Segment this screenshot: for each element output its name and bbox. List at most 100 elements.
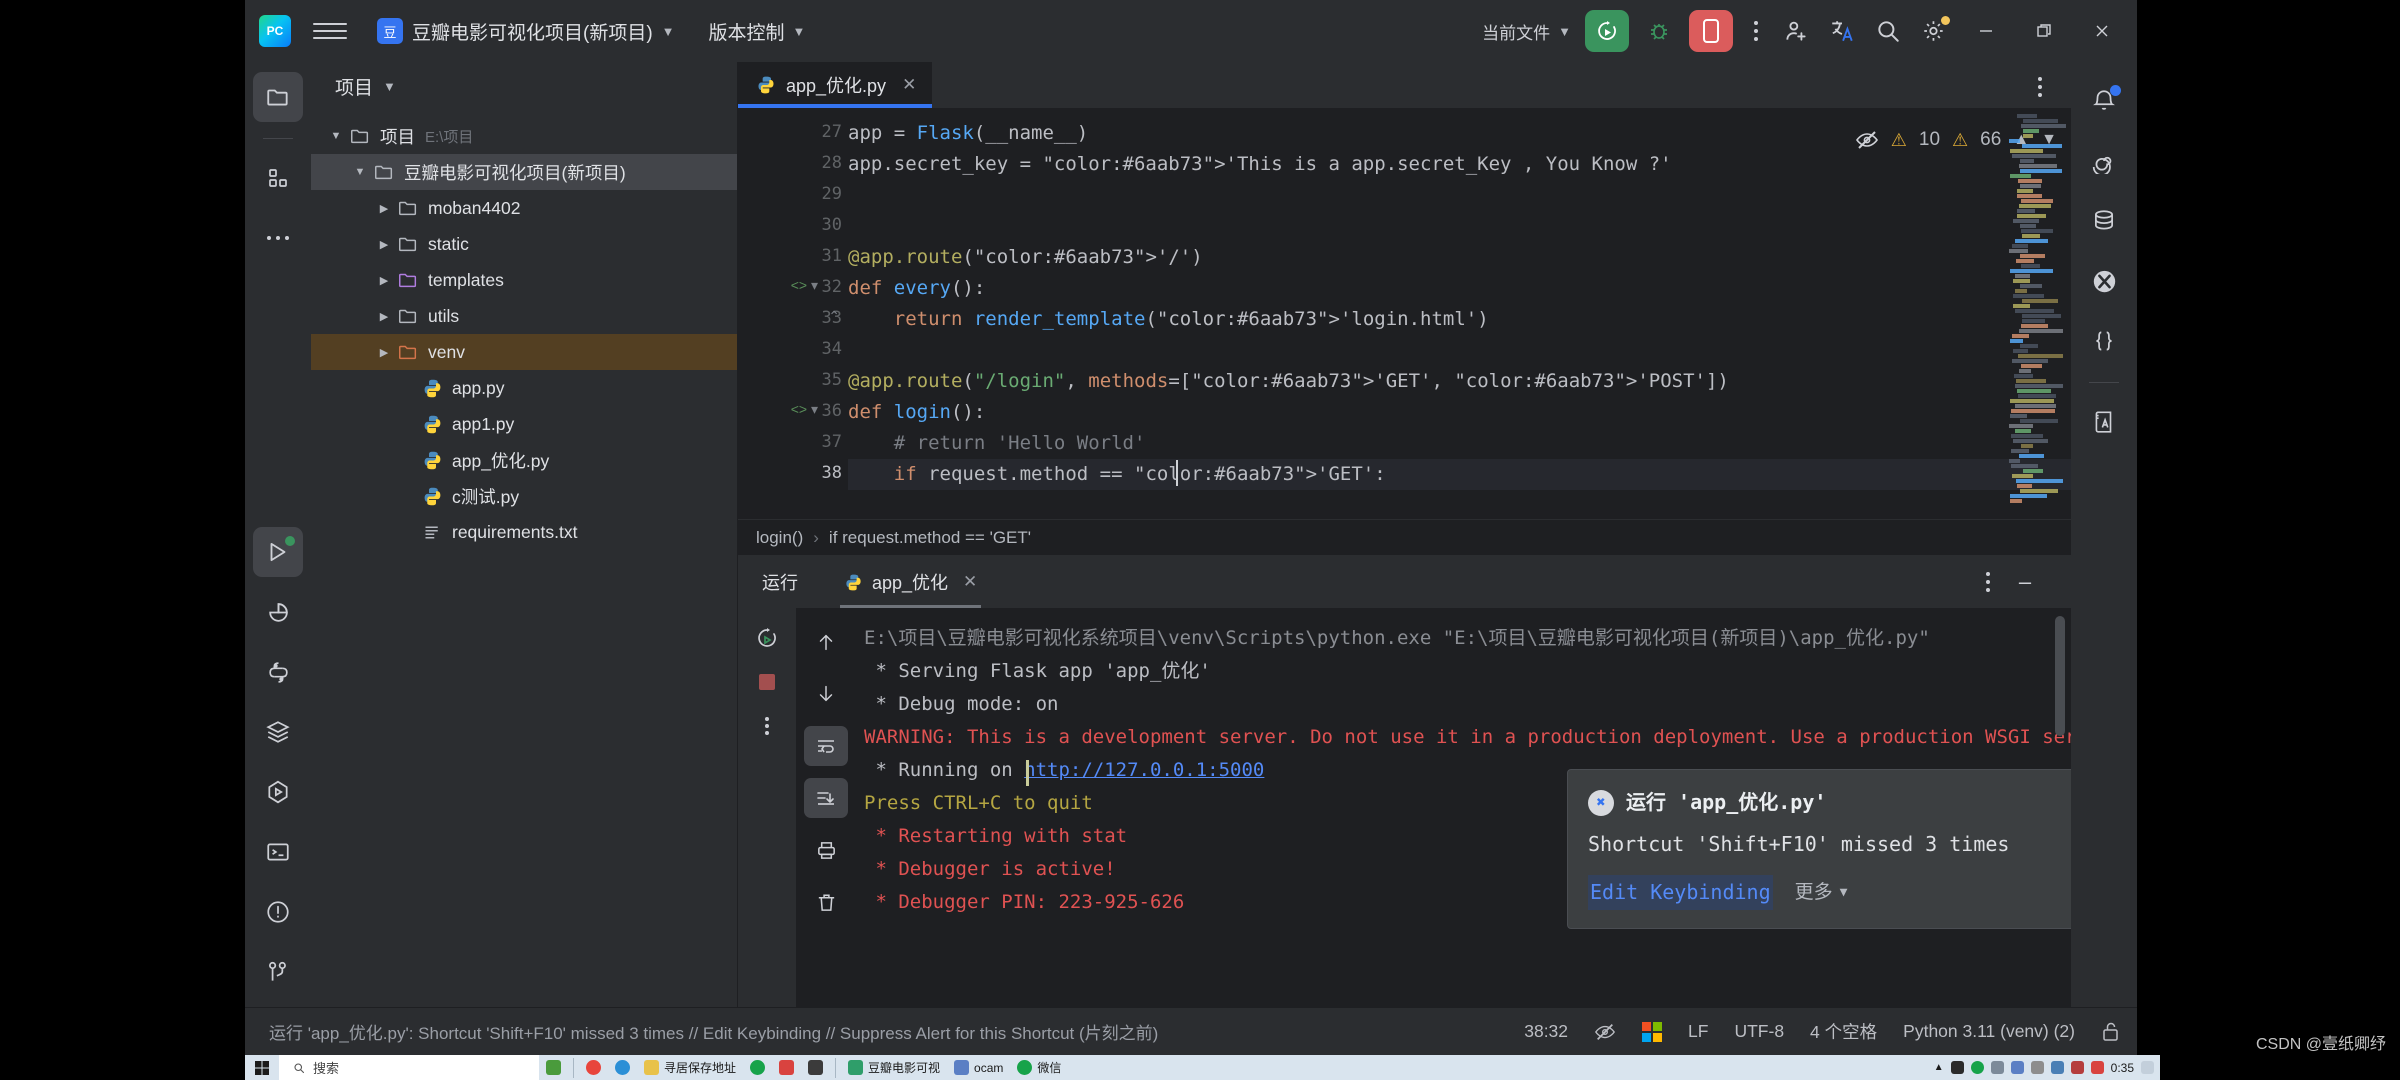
ai-assistant-icon[interactable] — [2079, 136, 2129, 186]
print-icon[interactable] — [804, 830, 848, 870]
more-vertical-icon[interactable] — [1739, 10, 1773, 52]
python-interpreter[interactable]: Python 3.11 (venv) (2) — [1903, 1021, 2075, 1042]
fold-end-icon[interactable]: ⌃ — [828, 308, 840, 325]
tree-item-app-py[interactable]: app.py — [311, 370, 737, 406]
code-line[interactable]: @app.route("color:#6aab73">'/') — [848, 246, 1203, 268]
windows-logo-icon[interactable] — [1642, 1021, 1663, 1042]
code-line[interactable] — [848, 184, 859, 206]
project-selector[interactable]: 豆 豆瓣电影可视化项目(新项目) ▼ — [369, 14, 683, 49]
soft-wrap-icon[interactable] — [804, 726, 848, 766]
x-plugin-icon[interactable] — [2079, 256, 2129, 306]
line-number[interactable]: 29 — [738, 184, 848, 204]
chevron-down-icon[interactable]: ▼ — [383, 79, 396, 94]
run-button[interactable] — [1585, 10, 1629, 52]
notification-center-icon[interactable] — [2141, 1061, 2154, 1074]
code-line[interactable]: app = Flask(__name__) — [848, 122, 1088, 144]
taskbar-app-wechat-work[interactable] — [743, 1055, 772, 1080]
more-vertical-icon[interactable] — [2023, 66, 2057, 108]
tree-item-static[interactable]: ▶ static — [311, 226, 737, 262]
rerun-icon[interactable] — [745, 618, 789, 658]
edit-keybinding-link[interactable]: Edit Keybinding — [1588, 875, 1773, 910]
chevron-right-icon[interactable]: ▶ — [373, 238, 395, 251]
taskbar-app-ocam[interactable]: ocam — [947, 1055, 1010, 1080]
more-vertical-icon[interactable] — [1971, 561, 2005, 603]
translate-icon[interactable] — [1819, 8, 1865, 54]
code-line[interactable]: app.secret_key = "color:#6aab73">'This i… — [848, 153, 1672, 175]
taskbar-app-pycharm[interactable]: 豆瓣电影可视 — [841, 1055, 947, 1080]
scroll-to-end-icon[interactable] — [804, 778, 848, 818]
project-tree[interactable]: ▼ 项目 E:\项目 ▼ 豆瓣电影可视化项目(新项目) ▶ moban4402 ▶ st… — [311, 110, 737, 1007]
line-number[interactable]: 28 — [738, 153, 848, 173]
indent-setting[interactable]: 4 个空格 — [1810, 1019, 1877, 1044]
clear-all-icon[interactable] — [804, 882, 848, 922]
project-panel-header[interactable]: 项目 ▼ — [311, 62, 737, 110]
inspection-off-icon[interactable] — [1594, 1021, 1616, 1043]
taskbar-clock[interactable]: 0:35 — [2111, 1061, 2134, 1075]
minimize-icon[interactable] — [1957, 0, 2015, 62]
services-icon[interactable] — [253, 707, 303, 757]
scroll-down-icon[interactable] — [804, 674, 848, 714]
chevron-right-icon[interactable]: ▶ — [373, 274, 395, 287]
run-configuration-selector[interactable]: 当前文件 ▼ — [1482, 19, 1571, 44]
line-number[interactable]: 35 — [738, 370, 848, 390]
editor-gutter[interactable]: 27 28 29 30 31 32 <> ▾ 33 ⌃ 34 35 36 <> ▾ 37 38 — [738, 108, 848, 519]
inspection-off-icon[interactable] — [1855, 128, 1879, 152]
tray-icon[interactable] — [1970, 1061, 1984, 1074]
tree-item-moban4402[interactable]: ▶ moban4402 — [311, 190, 737, 226]
line-separator[interactable]: LF — [1688, 1021, 1708, 1042]
json-braces-icon[interactable] — [2079, 316, 2129, 366]
debug-bug-icon[interactable] — [1638, 10, 1680, 52]
code-line[interactable]: # return 'Hello World' — [848, 432, 1146, 454]
line-number[interactable]: 34 — [738, 339, 848, 359]
console-url-link[interactable]: http://127.0.0.1:5000 — [1024, 759, 1264, 781]
taskbar-app-opera[interactable] — [772, 1055, 801, 1080]
commit-tool-icon[interactable] — [253, 153, 303, 203]
taskbar-app-plant[interactable] — [539, 1055, 568, 1080]
stop-button[interactable] — [1689, 10, 1733, 52]
status-message[interactable]: 运行 'app_优化.py': Shortcut 'Shift+F10' mis… — [269, 1019, 1158, 1044]
minimize-icon[interactable]: – — [2005, 556, 2045, 608]
code-area[interactable]: app = Flask(__name__) app.secret_key = "c… — [848, 108, 2071, 519]
code-editor[interactable]: 27 28 29 30 31 32 <> ▾ 33 ⌃ 34 35 36 <> ▾ 37 38 app = … — [738, 108, 2071, 519]
tray-icon[interactable] — [1950, 1061, 1964, 1074]
problems-icon[interactable] — [253, 887, 303, 937]
database-icon[interactable] — [2079, 196, 2129, 246]
tray-icon[interactable] — [2070, 1061, 2084, 1074]
chevron-down-icon[interactable]: ▼ — [325, 130, 347, 142]
chevron-right-icon[interactable]: ▶ — [373, 310, 395, 323]
windows-start-icon[interactable] — [245, 1060, 279, 1076]
taskbar-app-folder[interactable]: 寻居保存地址 — [637, 1055, 743, 1080]
breadcrumb-item-0[interactable]: login() — [756, 528, 803, 548]
editor-minimap[interactable] — [2007, 108, 2071, 519]
notifications-bell-icon[interactable] — [2079, 76, 2129, 126]
tray-icon[interactable] — [2010, 1061, 2024, 1074]
tree-item-requirements-txt[interactable]: requirements.txt — [311, 514, 737, 550]
code-line[interactable] — [848, 339, 859, 361]
unlocked-icon[interactable] — [2101, 1021, 2121, 1043]
file-encoding[interactable]: UTF-8 — [1734, 1021, 1784, 1042]
breadcrumb[interactable]: login() › if request.method == 'GET' — [738, 519, 2071, 555]
run-console-output[interactable]: E:\项目\豆瓣电影可视化系统项目\venv\Scripts\python.ex… — [856, 608, 2071, 1007]
translation-book-icon[interactable] — [2079, 397, 2129, 447]
chevron-down-icon[interactable]: ▼ — [349, 166, 371, 178]
more-tools-icon[interactable] — [253, 213, 303, 263]
line-number[interactable]: 37 — [738, 432, 848, 452]
run-tab-app-youhua[interactable]: app_优化 ✕ — [832, 556, 989, 608]
tree-item-项目[interactable]: ▼ 项目 E:\项目 — [311, 118, 737, 154]
taskbar-app-night[interactable] — [801, 1055, 830, 1080]
gear-icon[interactable] — [1911, 8, 1957, 54]
vcs-menu[interactable]: 版本控制 ▼ — [709, 18, 806, 45]
code-line[interactable]: def every(): — [848, 277, 985, 299]
tree-item-utils[interactable]: ▶ utils — [311, 298, 737, 334]
notification-balloon[interactable]: ✖ 运行 'app_优化.py' Shortcut 'Shift+F10' mi… — [1567, 769, 2071, 929]
code-line[interactable]: def login(): — [848, 401, 985, 423]
taskbar-app-wechat[interactable]: 微信 — [1010, 1055, 1068, 1080]
tray-chevron-icon[interactable]: ▲ — [1934, 1062, 1944, 1073]
taskbar-app-edge[interactable] — [608, 1055, 637, 1080]
python-packages-icon[interactable] — [253, 647, 303, 697]
chevron-right-icon[interactable]: ▶ — [373, 346, 395, 359]
line-number[interactable]: 27 — [738, 122, 848, 142]
stop-square-icon[interactable] — [745, 662, 789, 702]
breadcrumb-item-1[interactable]: if request.method == 'GET' — [829, 528, 1031, 548]
close-icon[interactable]: ✕ — [902, 75, 916, 95]
